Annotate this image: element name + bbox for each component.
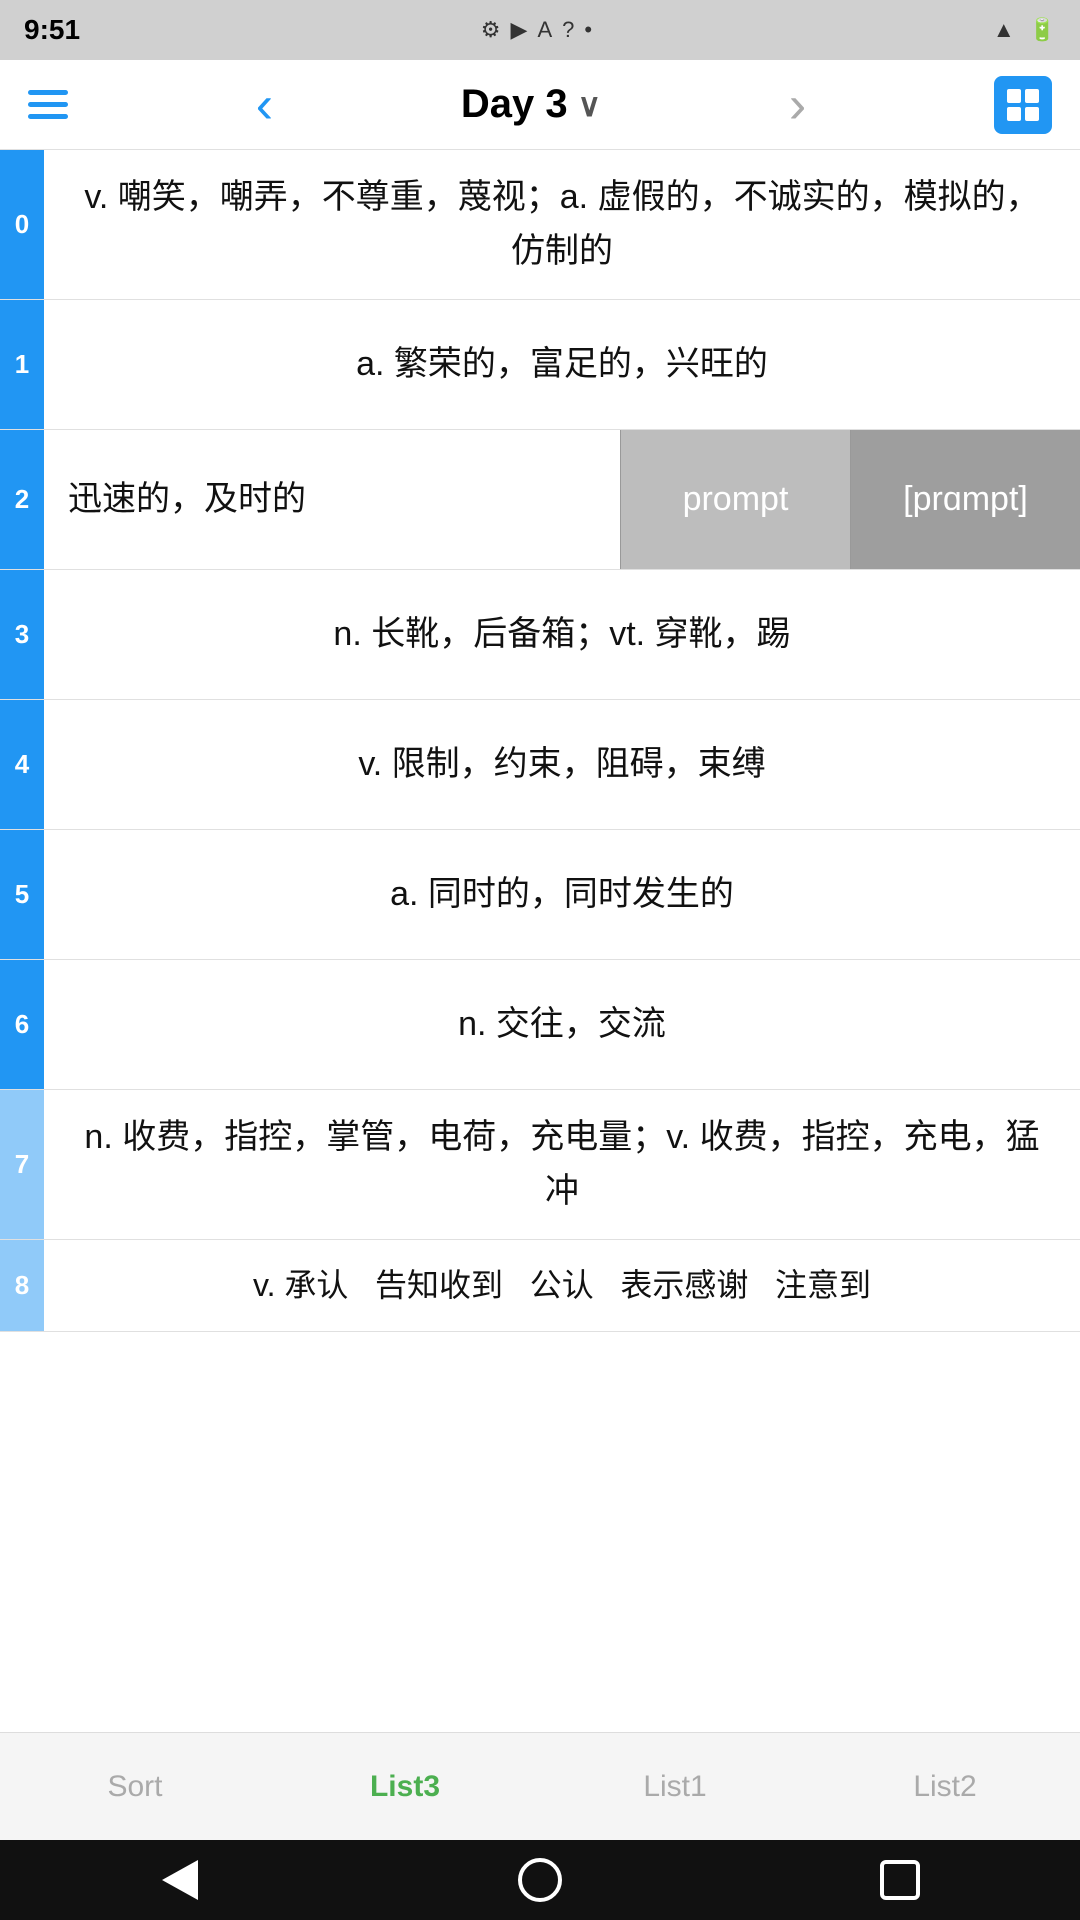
tab-list2-label: List2 [913, 1770, 976, 1804]
row-index: 6 [0, 960, 44, 1089]
word-row[interactable]: 1 a. 繁荣的，富足的，兴旺的 [0, 300, 1080, 430]
wifi-icon: ? [562, 17, 574, 43]
row-definition: v. 承认 告知收到 公认 表示感谢 注意到 [44, 1240, 1080, 1331]
row-definition: n. 长靴，后备箱；vt. 穿靴，踢 [44, 570, 1080, 699]
word-row[interactable]: 8 v. 承认 告知收到 公认 表示感谢 注意到 [0, 1240, 1080, 1332]
dot-icon: • [584, 17, 592, 43]
hamburger-menu-icon[interactable] [28, 90, 68, 119]
signal-icon: ▲ [993, 17, 1015, 43]
row-index: 5 [0, 830, 44, 959]
nav-bar: ‹ Day 3 ∨ › [0, 60, 1080, 150]
word-row[interactable]: 7 n. 收费，指控，掌管，电荷，充电量；v. 收费，指控，充电，猛冲 [0, 1090, 1080, 1240]
status-bar: 9:51 ⚙ ▶ A ? • ▲ 🔋 [0, 0, 1080, 60]
word-row[interactable]: 4 v. 限制，约束，阻碍，束缚 [0, 700, 1080, 830]
row-index: 2 [0, 430, 44, 569]
status-time: 9:51 [24, 14, 80, 46]
play-icon: ▶ [511, 17, 528, 43]
font-icon: A [537, 17, 552, 43]
time-display: 9:51 [24, 14, 80, 46]
row-definition: v. 限制，约束，阻碍，束缚 [44, 700, 1080, 829]
word-list: 0 v. 嘲笑，嘲弄，不尊重，蔑视；a. 虚假的，不诚实的，模拟的，仿制的 1 … [0, 150, 1080, 1332]
android-back-button[interactable] [150, 1850, 210, 1910]
row-definition: a. 同时的，同时发生的 [44, 830, 1080, 959]
tab-list1-label: List1 [643, 1770, 706, 1804]
android-home-button[interactable] [510, 1850, 570, 1910]
home-circle-icon [518, 1858, 562, 1902]
word-row[interactable]: 0 v. 嘲笑，嘲弄，不尊重，蔑视；a. 虚假的，不诚实的，模拟的，仿制的 [0, 150, 1080, 300]
grid-view-button[interactable] [994, 76, 1052, 134]
back-button[interactable]: ‹ [246, 79, 283, 131]
row-index: 1 [0, 300, 44, 429]
settings-icon: ⚙ [481, 17, 501, 43]
tab-list1[interactable]: List1 [540, 1733, 810, 1840]
bottom-tab-bar: Sort List3 List1 List2 [0, 1732, 1080, 1840]
partial-text: v. 承认 告知收到 公认 表示感谢 注意到 [253, 1260, 871, 1311]
row-definition: v. 嘲笑，嘲弄，不尊重，蔑视；a. 虚假的，不诚实的，模拟的，仿制的 [44, 150, 1080, 299]
word-row[interactable]: 2 迅速的，及时的 prompt [prɑmpt] [0, 430, 1080, 570]
row-index: 0 [0, 150, 44, 299]
word-popup[interactable]: prompt [prɑmpt] [620, 430, 1080, 569]
day-title[interactable]: Day 3 ∨ [461, 82, 601, 127]
title-chevron-icon: ∨ [578, 86, 601, 124]
popup-phonetic[interactable]: [prɑmpt] [850, 430, 1080, 569]
tab-list2[interactable]: List2 [810, 1733, 1080, 1840]
tab-list3[interactable]: List3 [270, 1733, 540, 1840]
word-row[interactable]: 3 n. 长靴，后备箱；vt. 穿靴，踢 [0, 570, 1080, 700]
word-row[interactable]: 6 n. 交往，交流 [0, 960, 1080, 1090]
row-index: 8 [0, 1240, 44, 1331]
tab-list3-label: List3 [370, 1770, 440, 1804]
recent-square-icon [880, 1860, 920, 1900]
tab-sort[interactable]: Sort [0, 1733, 270, 1840]
tab-sort-label: Sort [107, 1770, 162, 1804]
row-definition: a. 繁荣的，富足的，兴旺的 [44, 300, 1080, 429]
word-row[interactable]: 5 a. 同时的，同时发生的 [0, 830, 1080, 960]
grid-icon [1005, 87, 1041, 123]
android-nav-bar [0, 1840, 1080, 1920]
title-text: Day 3 [461, 82, 568, 127]
row-index: 4 [0, 700, 44, 829]
row-definition: n. 交往，交流 [44, 960, 1080, 1089]
status-icons: ⚙ ▶ A ? • [481, 17, 592, 43]
forward-button[interactable]: › [779, 79, 816, 131]
row-definition: n. 收费，指控，掌管，电荷，充电量；v. 收费，指控，充电，猛冲 [44, 1090, 1080, 1239]
row-index: 3 [0, 570, 44, 699]
status-right-icons: ▲ 🔋 [993, 17, 1056, 43]
android-recent-button[interactable] [870, 1850, 930, 1910]
popup-word[interactable]: prompt [620, 430, 850, 569]
row-index: 7 [0, 1090, 44, 1239]
back-triangle-icon [162, 1860, 198, 1900]
battery-icon: 🔋 [1029, 17, 1056, 43]
